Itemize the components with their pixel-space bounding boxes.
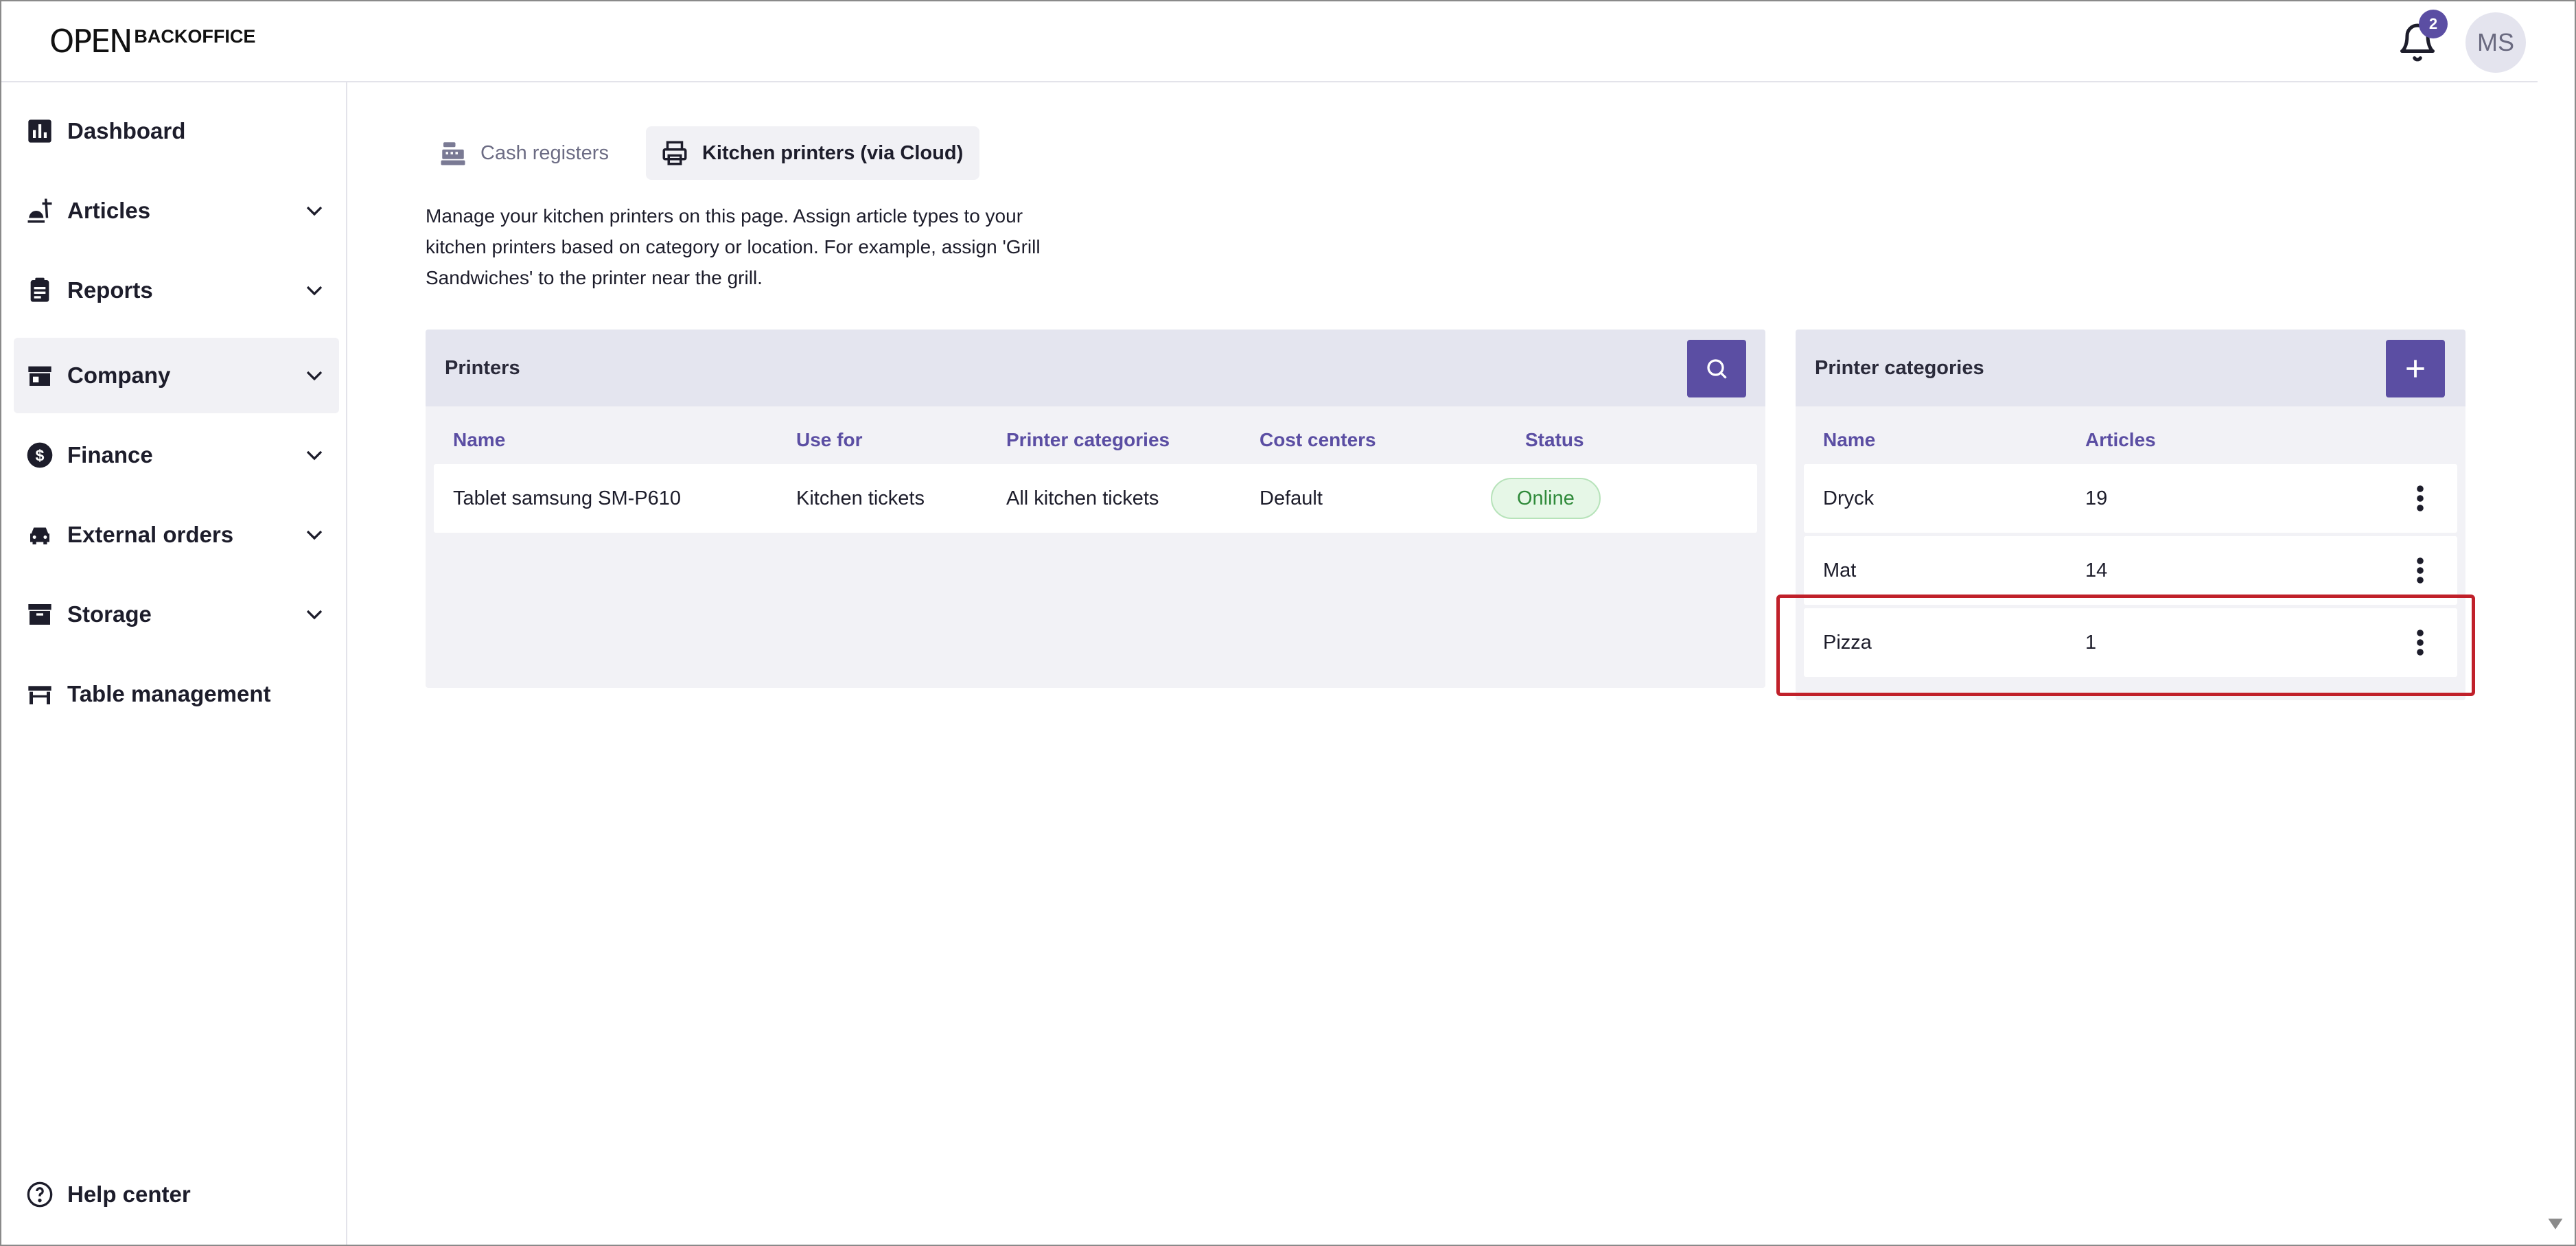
more-vertical-icon[interactable] (2406, 478, 2434, 519)
logo-mark: OPEN (49, 23, 132, 60)
car-icon (25, 520, 55, 550)
sidebar-item-external-orders[interactable]: External orders (14, 497, 339, 573)
sidebar-item-label: Reports (67, 277, 153, 303)
sidebar-item-company[interactable]: Company (14, 338, 339, 413)
tab-bar: Cash registers Kitchen printers (via Clo… (424, 126, 980, 180)
tab-cash-registers[interactable]: Cash registers (424, 126, 625, 180)
sidebar-nav: Dashboard Articles Reports Company $ Fin… (1, 82, 347, 1245)
printer-use-for: Kitchen tickets (796, 487, 925, 509)
panel-title: Printers (445, 356, 520, 379)
notification-badge: 2 (2419, 10, 2448, 38)
tab-label: Cash registers (480, 141, 609, 164)
table-row[interactable]: Mat 14 (1804, 536, 2457, 605)
chevron-down-icon (306, 206, 323, 216)
chevron-down-icon (306, 530, 323, 540)
table-icon (25, 679, 55, 709)
sidebar-item-label: Finance (67, 442, 153, 468)
table-row[interactable]: Pizza 1 (1804, 608, 2457, 677)
sidebar-item-table-management[interactable]: Table management (14, 656, 339, 732)
logo-text: BACKOFFICE (134, 25, 256, 47)
category-article-count: 14 (2085, 559, 2108, 581)
sidebar-item-storage[interactable]: Storage (14, 577, 339, 652)
store-icon (25, 360, 55, 391)
food-icon (25, 196, 55, 226)
status-badge: Online (1491, 478, 1601, 519)
table-row[interactable]: Dryck 19 (1804, 464, 2457, 533)
page-description: Manage your kitchen printers on this pag… (426, 205, 1041, 288)
svg-text:$: $ (36, 446, 45, 464)
sidebar-item-label: Company (67, 362, 171, 388)
category-name: Mat (1823, 559, 1857, 581)
panel-header (426, 330, 1765, 406)
sidebar-item-label: Articles (67, 198, 151, 223)
printer-icon (660, 138, 690, 168)
chevron-down-icon (306, 450, 323, 461)
sidebar-item-label: Storage (67, 601, 152, 627)
search-button[interactable] (1687, 340, 1746, 397)
printer-cost-centers: Default (1260, 487, 1323, 509)
scroll-down-arrow-icon[interactable] (2546, 1215, 2564, 1233)
category-article-count: 1 (2085, 631, 2097, 654)
category-name: Pizza (1823, 631, 1872, 654)
sidebar-item-label: Table management (67, 681, 271, 706)
tab-kitchen-printers[interactable]: Kitchen printers (via Cloud) (645, 126, 980, 180)
sidebar-item-label: External orders (67, 522, 234, 547)
category-name: Dryck (1823, 487, 1875, 509)
brand-logo[interactable]: OPEN BACKOFFICE (49, 21, 255, 62)
tab-label: Kitchen printers (via Cloud) (701, 141, 964, 164)
add-category-button[interactable] (2386, 340, 2445, 397)
printer-categories: All kitchen tickets (1006, 487, 1159, 509)
sidebar-item-label: Dashboard (67, 118, 186, 143)
cash-register-icon (438, 138, 468, 168)
top-bar: OPEN BACKOFFICE 2 MS (1, 1, 2538, 82)
more-vertical-icon[interactable] (2406, 622, 2434, 663)
help-center-link[interactable]: Help center (14, 1167, 191, 1222)
sidebar-item-dashboard[interactable]: Dashboard (14, 93, 339, 169)
printer-name: Tablet samsung SM-P610 (453, 487, 682, 509)
panel-title: Printer categories (1815, 356, 1984, 379)
help-circle-icon (25, 1179, 55, 1210)
search-icon (1707, 359, 1727, 379)
sidebar-item-finance[interactable]: $ Finance (14, 417, 339, 493)
dollar-icon: $ (25, 440, 55, 470)
chevron-down-icon (306, 371, 323, 381)
printers-panel: Printers Name Use for Printer categories… (426, 330, 1765, 688)
more-vertical-icon[interactable] (2406, 550, 2434, 591)
sidebar-item-reports[interactable]: Reports (14, 253, 339, 328)
printer-categories-panel: Printer categories Name Articles Dryck 1… (1796, 330, 2465, 700)
chevron-down-icon (306, 286, 323, 296)
user-avatar[interactable]: MS (2465, 12, 2526, 73)
table-row[interactable]: Tablet samsung SM-P610 Kitchen tickets A… (434, 464, 1757, 533)
chevron-down-icon (306, 610, 323, 620)
category-article-count: 19 (2085, 487, 2108, 509)
bar-chart-icon (25, 116, 55, 146)
clipboard-icon (25, 275, 55, 305)
help-center-label: Help center (67, 1181, 191, 1207)
sidebar-item-articles[interactable]: Articles (14, 173, 339, 249)
archive-icon (25, 599, 55, 630)
plus-icon (2406, 360, 2424, 378)
